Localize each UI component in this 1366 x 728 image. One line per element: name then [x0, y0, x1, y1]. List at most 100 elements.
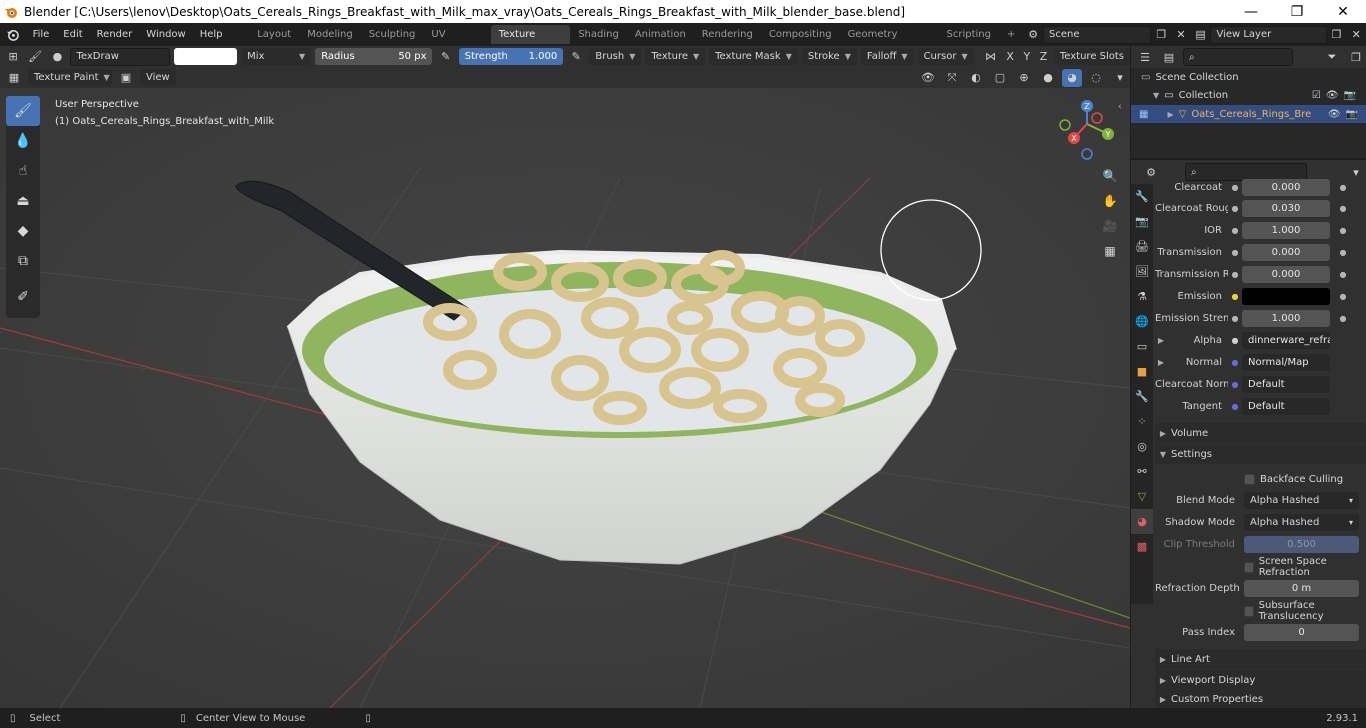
overlay-toggle-icon[interactable]: ◐	[966, 69, 986, 87]
shadow-mode-select[interactable]: Alpha Hashed ▾	[1244, 513, 1359, 531]
smear-tool-icon[interactable]: ☝	[6, 156, 40, 186]
brush-browser-icon[interactable]: ●	[48, 48, 66, 66]
viewport-scene[interactable]: Z Y X	[0, 88, 1130, 708]
prop-transmission-roughness-value[interactable]: 0.000	[1242, 265, 1330, 283]
socket-dot-icon[interactable]: ●	[1228, 267, 1242, 281]
texture-mask-menu[interactable]: Texture Mask ▼	[709, 48, 798, 65]
copy-scene-icon[interactable]: ❐	[1151, 26, 1171, 44]
paint-brush-icon[interactable]: 🖌	[26, 48, 44, 66]
editor-type-icon[interactable]: ⊞	[4, 48, 22, 66]
render-tab-icon[interactable]: 📷	[1131, 209, 1153, 234]
outliner-search-input[interactable]: ⌕	[1183, 48, 1293, 66]
tab-rendering[interactable]: Rendering	[694, 25, 761, 44]
strength-slider[interactable]: Strength 1.000	[458, 48, 564, 65]
mask-tool-icon[interactable]: ⧉	[6, 246, 40, 276]
prop-transmission-value[interactable]: 0.000	[1242, 243, 1330, 261]
physics-tab-icon[interactable]: ◎	[1131, 434, 1153, 459]
texture-menu[interactable]: Texture ▼	[645, 48, 706, 65]
outliner-collection-row[interactable]: ▼ ▭ Collection ☑ 👁 📷	[1153, 90, 1364, 101]
output-tab-icon[interactable]: 🖨	[1131, 234, 1153, 259]
brush-color-swatch[interactable]	[173, 48, 238, 65]
socket-dot-icon[interactable]: ●	[1228, 245, 1242, 259]
annotate-tool-icon[interactable]: ✐	[6, 282, 40, 312]
restore-button[interactable]: ❐	[1274, 0, 1320, 23]
tool-tab-icon[interactable]: 🔧	[1131, 184, 1153, 209]
tab-texture-paint[interactable]: Texture Paint	[490, 25, 571, 59]
pan-hand-icon[interactable]: ✋	[1099, 190, 1121, 212]
view-menu[interactable]: View	[140, 69, 176, 86]
radius-slider[interactable]: Radius 50 px	[315, 48, 433, 65]
wireframe-shading-icon[interactable]: ⊕	[1014, 69, 1034, 87]
menu-window[interactable]: Window	[139, 29, 192, 40]
paint-mask-icon[interactable]: ▣	[116, 69, 136, 87]
outliner-editor-icon[interactable]: ☰	[1135, 48, 1155, 66]
grid-icon[interactable]: ▦	[1099, 240, 1121, 262]
collection-tab-icon[interactable]: ▭	[1131, 334, 1153, 359]
scene-name-field[interactable]: Scene	[1043, 25, 1152, 44]
mirror-x-toggle[interactable]: X	[1004, 48, 1017, 66]
mode-selector[interactable]: Texture Paint ▼	[28, 69, 112, 86]
expand-arrow-icon[interactable]: ▼	[1153, 91, 1159, 100]
zoom-icon[interactable]: 🔍	[1099, 165, 1121, 187]
stroke-menu[interactable]: Stroke ▼	[801, 48, 857, 65]
keyframe-dot-icon[interactable]: ●	[1336, 292, 1350, 301]
material-shading-icon[interactable]: ◕	[1062, 68, 1082, 87]
menu-file[interactable]: File	[26, 29, 57, 40]
texture-socket-icon[interactable]: ●	[1228, 333, 1242, 347]
material-tab-icon[interactable]: ◕	[1131, 509, 1153, 534]
prop-ior-value[interactable]: 1.000	[1242, 221, 1330, 239]
data-tab-icon[interactable]: ▽	[1131, 484, 1153, 509]
object-tab-icon[interactable]: ■	[1131, 359, 1153, 384]
radius-pressure-icon[interactable]: ✎	[436, 48, 454, 66]
brush-name-field[interactable]: TexDraw	[70, 47, 170, 66]
view-layer-icon[interactable]: ▤	[1191, 26, 1211, 44]
section-custom-properties[interactable]: ▶ Custom Properties	[1155, 690, 1366, 708]
tangent-link[interactable]: Default	[1242, 397, 1330, 415]
particles-tab-icon[interactable]: ⁘	[1131, 409, 1153, 434]
keyframe-dot-icon[interactable]: ●	[1336, 226, 1350, 235]
backface-culling-checkbox[interactable]	[1244, 473, 1255, 485]
keyframe-dot-icon[interactable]: ●	[1336, 183, 1350, 192]
subsurface-translucency-row[interactable]: Subsurface Translucency	[1244, 600, 1364, 622]
prop-emission-strength-value[interactable]: 1.000	[1242, 309, 1330, 327]
subsurface-translucency-checkbox[interactable]	[1244, 605, 1254, 617]
backface-culling-row[interactable]: Backface Culling	[1244, 468, 1364, 490]
minimize-button[interactable]: —	[1228, 0, 1274, 23]
soften-tool-icon[interactable]: 💧	[6, 126, 40, 156]
rendered-shading-icon[interactable]: ◌	[1086, 69, 1106, 87]
tab-modeling[interactable]: Modeling	[299, 25, 361, 44]
tab-animation[interactable]: Animation	[627, 25, 694, 44]
screen-space-refraction-checkbox[interactable]	[1244, 561, 1254, 573]
section-volume[interactable]: ▶ Volume	[1155, 423, 1366, 443]
gizmo-toggle-icon[interactable]: ⤧	[942, 69, 962, 87]
draw-tool-icon[interactable]: 🖌	[6, 96, 40, 126]
expand-arrow-icon[interactable]: ▶	[1167, 110, 1173, 119]
visibility-icon[interactable]: 👁	[918, 69, 938, 87]
blend-mode-dropdown[interactable]: Mix ▼	[241, 48, 312, 65]
tab-shading[interactable]: Shading	[570, 25, 627, 44]
socket-dot-icon[interactable]: ●	[1228, 180, 1242, 194]
keyframe-dot-icon[interactable]: ●	[1336, 270, 1350, 279]
section-line-art[interactable]: ▶ Line Art	[1155, 649, 1366, 669]
xray-toggle-icon[interactable]: ▢	[990, 69, 1010, 87]
pass-index-field[interactable]: 0	[1244, 623, 1359, 641]
view-layer-field[interactable]: View Layer	[1210, 25, 1327, 44]
blender-menu-icon[interactable]	[0, 26, 26, 44]
eye-icon[interactable]: 👁	[1326, 90, 1339, 101]
clearcoat-normal-link[interactable]: Default	[1242, 375, 1330, 393]
menu-edit[interactable]: Edit	[56, 29, 89, 40]
camera-icon[interactable]: 🎥	[1099, 215, 1121, 237]
section-settings[interactable]: ▼ Settings	[1155, 444, 1366, 464]
keyframe-dot-icon[interactable]: ●	[1336, 204, 1350, 213]
clip-threshold-slider[interactable]: 0.500	[1244, 535, 1359, 553]
screen-space-refraction-row[interactable]: Screen Space Refraction	[1244, 556, 1364, 578]
color-socket-icon[interactable]: ●	[1228, 289, 1242, 303]
socket-dot-icon[interactable]: ●	[1228, 311, 1242, 325]
tab-layout[interactable]: Layout	[249, 25, 299, 44]
prop-clearcoat-roughness-value[interactable]: 0.030	[1242, 199, 1330, 217]
world-tab-icon[interactable]: 🌐	[1131, 309, 1153, 334]
normal-map-link[interactable]: Normal/Map	[1242, 353, 1330, 371]
camera-render-icon[interactable]: 📷	[1344, 90, 1356, 101]
remove-view-layer-icon[interactable]: ✕	[1346, 26, 1366, 44]
outliner-scene-collection[interactable]: ▭ Scene Collection	[1141, 72, 1239, 83]
